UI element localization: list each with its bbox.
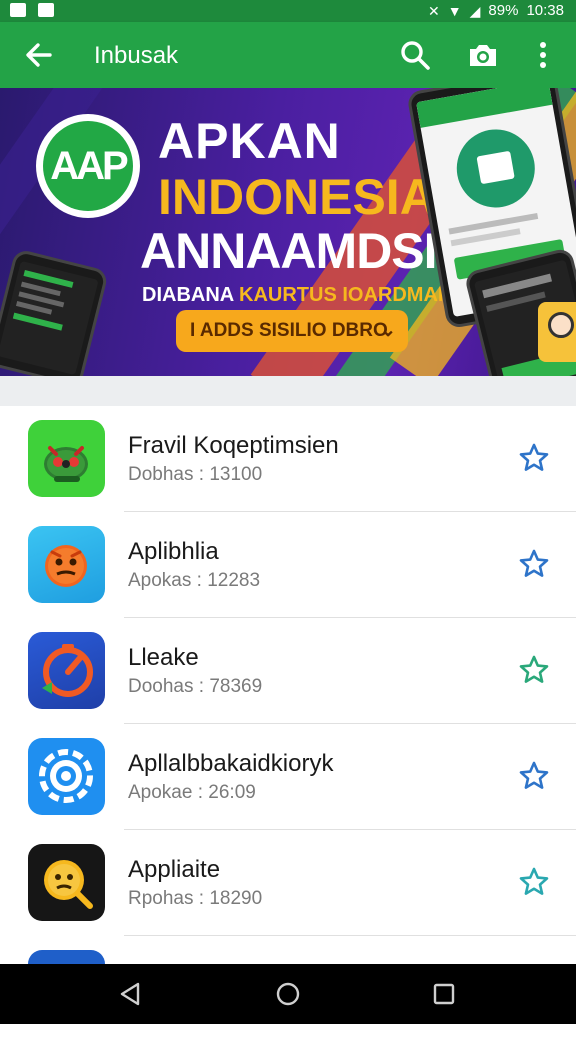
battery-level: 89% — [488, 2, 519, 19]
signal-icon: ◢ — [469, 2, 481, 19]
home-nav-icon[interactable] — [274, 980, 302, 1008]
list-item[interactable]: Fravil Koqeptimsien Dobhas : 13100 — [0, 406, 576, 512]
star-icon[interactable] — [518, 548, 550, 580]
list-item[interactable]: Lleake Doohas : 78369 — [0, 618, 576, 724]
banner-logo: AAP — [36, 114, 140, 218]
camera-icon[interactable] — [466, 38, 500, 72]
mail-notification-icon — [38, 3, 54, 17]
status-indicators: ✕ ▼ ◢ 89% 10:38 — [428, 2, 564, 19]
app-downloads: Rpohas : 18290 — [128, 888, 263, 909]
list-item[interactable]: Aplibhlia Apokas : 12283 — [0, 512, 576, 618]
list-item[interactable]: Appliaite Rpohas : 18290 — [0, 830, 576, 936]
recents-nav-icon[interactable] — [430, 980, 458, 1008]
phone-illustration — [0, 248, 110, 376]
yellow-face-icon — [28, 844, 105, 921]
more-options-icon[interactable] — [526, 38, 560, 72]
search-icon[interactable] — [398, 38, 432, 72]
star-icon[interactable] — [518, 760, 550, 792]
banner-cta-button[interactable]: I ADDS SISILIO DBRO ⌄ — [176, 310, 408, 352]
gear-icon — [28, 738, 105, 815]
orange-face-icon — [28, 526, 105, 603]
back-nav-icon[interactable] — [116, 980, 144, 1008]
app-name: Lleake — [128, 644, 199, 671]
green-robot-icon — [28, 420, 105, 497]
app-downloads: Apokae : 26:09 — [128, 782, 256, 803]
app-name: Apllalbbakaidkioryk — [128, 750, 334, 777]
vibrate-icon: ✕ — [428, 2, 440, 19]
star-icon[interactable] — [518, 442, 550, 474]
banner-headline-1: APKAN — [158, 113, 341, 169]
notification-icons — [10, 3, 54, 17]
status-bar: ✕ ▼ ◢ 89% 10:38 — [0, 0, 576, 22]
app-name: Fravil Koqeptimsien — [128, 432, 339, 459]
app-bar: Inbusak — [0, 22, 576, 88]
avatar-illustration — [538, 302, 576, 362]
notification-icon — [10, 3, 26, 17]
list-item[interactable]: Apllalbbakaidkioryk Apokae : 26:09 — [0, 724, 576, 830]
blue-timer-icon — [28, 632, 105, 709]
banner-headline-2: INDONESIA — [158, 169, 436, 225]
back-arrow-icon[interactable] — [22, 38, 56, 72]
banner-headline-3: ANNAAMDSIN — [140, 223, 473, 279]
promo-banner[interactable]: AAP APKAN INDONESIA ANNAAMDSIN DIABANA K… — [0, 88, 576, 376]
star-icon[interactable] — [518, 654, 550, 686]
app-name: Aplibhlia — [128, 538, 219, 565]
chevron-down-icon: ⌄ — [380, 320, 396, 341]
app-name: Appliaite — [128, 856, 221, 883]
banner-subtitle: DIABANA KAURTUS IOARDMARICIS — [142, 284, 492, 306]
clock: 10:38 — [526, 2, 564, 19]
navigation-bar — [0, 964, 576, 1024]
app-downloads: Doohas : 78369 — [128, 676, 263, 697]
app-downloads: Dobhas : 13100 — [128, 464, 263, 485]
app-downloads: Apokas : 12283 — [128, 570, 261, 591]
star-icon[interactable] — [518, 866, 550, 898]
page-title: Inbusak — [94, 42, 179, 69]
wifi-icon: ▼ — [447, 2, 462, 19]
section-divider — [0, 376, 576, 406]
